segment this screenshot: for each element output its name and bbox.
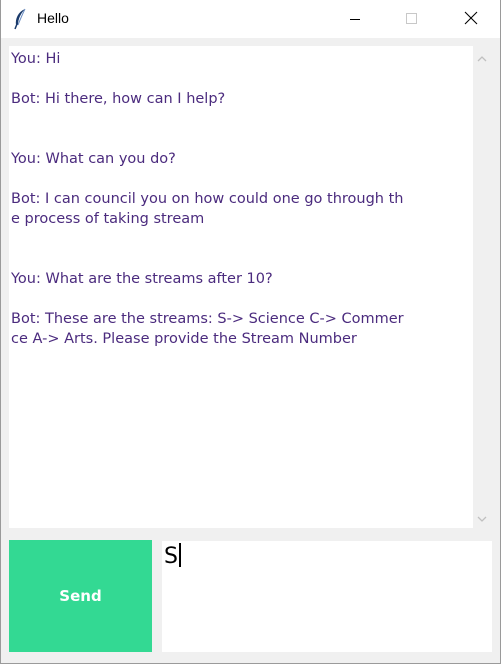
scroll-down-arrow-icon[interactable] xyxy=(473,512,491,526)
chat-line xyxy=(11,169,471,189)
chat-line: You: What are the streams after 10? xyxy=(11,271,273,287)
minimize-button[interactable] xyxy=(332,0,378,38)
chat-line: You: What can you do? xyxy=(11,151,176,167)
chat-line xyxy=(11,249,471,269)
chat-line: ce A-> Arts. Please provide the Stream N… xyxy=(11,331,357,347)
app-window: Hello You: Hi Bot: Hi there, how can I h… xyxy=(0,0,501,664)
chat-line: Bot: Hi there, how can I help? xyxy=(11,91,226,107)
scroll-up-arrow-icon[interactable] xyxy=(473,52,491,66)
chat-line xyxy=(11,129,471,149)
chat-line xyxy=(11,229,471,249)
chat-log[interactable]: You: Hi Bot: Hi there, how can I help? Y… xyxy=(9,46,473,528)
feather-icon xyxy=(12,8,28,30)
window-title: Hello xyxy=(37,10,69,26)
chat-line xyxy=(11,289,471,309)
message-input[interactable]: S xyxy=(162,541,492,652)
chat-line xyxy=(11,69,471,89)
message-input-text: S xyxy=(164,544,178,569)
minimize-icon xyxy=(349,10,361,29)
close-button[interactable] xyxy=(448,0,494,38)
chat-line: e process of taking stream xyxy=(11,211,205,227)
chat-text: You: Hi Bot: Hi there, how can I help? Y… xyxy=(11,49,471,349)
maximize-icon xyxy=(406,10,418,29)
chat-line: Bot: These are the streams: S-> Science … xyxy=(11,311,404,327)
chat-line: You: Hi xyxy=(11,51,61,67)
message-input-value: S xyxy=(164,543,181,571)
title-bar[interactable]: Hello xyxy=(1,0,500,38)
send-button[interactable]: Send xyxy=(9,540,152,652)
chat-scrollbar[interactable] xyxy=(473,46,491,528)
chat-line xyxy=(11,109,471,129)
text-caret xyxy=(178,543,181,567)
maximize-button[interactable] xyxy=(389,0,435,38)
chat-line: Bot: I can council you on how could one … xyxy=(11,191,404,207)
close-icon xyxy=(464,10,478,29)
